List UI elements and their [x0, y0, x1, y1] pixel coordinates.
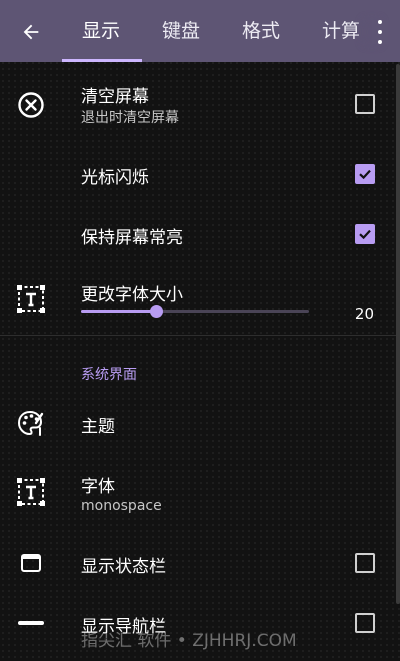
- app-bar: 显示 键盘 格式 计算: [0, 0, 400, 62]
- setting-title: 字体: [81, 477, 115, 497]
- keep-screen-on-checkbox[interactable]: [355, 224, 375, 244]
- window-icon: [14, 546, 48, 580]
- setting-clear-screen[interactable]: 清空屏幕 退出时清空屏幕: [0, 62, 400, 148]
- setting-cursor-blink[interactable]: 光标闪烁: [0, 148, 400, 206]
- text-fields-icon: [14, 282, 48, 316]
- check-icon: [359, 229, 371, 240]
- scrollbar[interactable]: [396, 64, 400, 604]
- section-header-system-ui: 系统界面: [81, 367, 137, 383]
- status-bar-checkbox[interactable]: [355, 553, 375, 573]
- setting-title: 光标闪烁: [81, 168, 149, 188]
- setting-font[interactable]: 字体 monospace: [0, 453, 400, 533]
- tab-format[interactable]: 格式: [242, 0, 280, 62]
- minus-bar-icon: [14, 606, 48, 640]
- nav-bar-checkbox[interactable]: [355, 613, 375, 633]
- tab-keyboard[interactable]: 键盘: [162, 0, 200, 62]
- font-size-slider[interactable]: [81, 305, 309, 318]
- palette-icon: [14, 406, 48, 440]
- setting-font-size: 更改字体大小: [0, 264, 400, 334]
- back-button[interactable]: [14, 15, 48, 49]
- setting-status-bar[interactable]: 显示状态栏: [0, 533, 400, 593]
- setting-keep-screen-on[interactable]: 保持屏幕常亮: [0, 206, 400, 264]
- more-vert-icon: [378, 20, 382, 24]
- setting-subtitle: 退出时清空屏幕: [81, 110, 179, 126]
- setting-theme[interactable]: 主题: [0, 395, 400, 453]
- arrow-left-icon: [23, 24, 39, 40]
- setting-title: 保持屏幕常亮: [81, 228, 183, 248]
- setting-title: 显示状态栏: [81, 557, 166, 577]
- setting-title: 清空屏幕: [81, 87, 149, 107]
- tab-calculate[interactable]: 计算: [322, 0, 360, 62]
- divider: [0, 335, 400, 336]
- clear-circle-icon: [14, 88, 48, 122]
- setting-title: 主题: [81, 417, 115, 437]
- cursor-blink-checkbox[interactable]: [355, 164, 375, 184]
- text-fields-icon: [14, 475, 48, 509]
- slider-fill: [81, 310, 157, 313]
- watermark: 指尖汇 软件 • ZJHHRJ.COM: [81, 631, 297, 651]
- font-size-value: 20: [354, 305, 374, 323]
- tab-display[interactable]: 显示: [82, 0, 120, 62]
- setting-subtitle: monospace: [81, 498, 162, 514]
- check-icon: [359, 169, 371, 180]
- setting-title: 更改字体大小: [81, 285, 183, 305]
- clear-screen-checkbox[interactable]: [355, 94, 375, 114]
- more-options-button[interactable]: [372, 20, 388, 44]
